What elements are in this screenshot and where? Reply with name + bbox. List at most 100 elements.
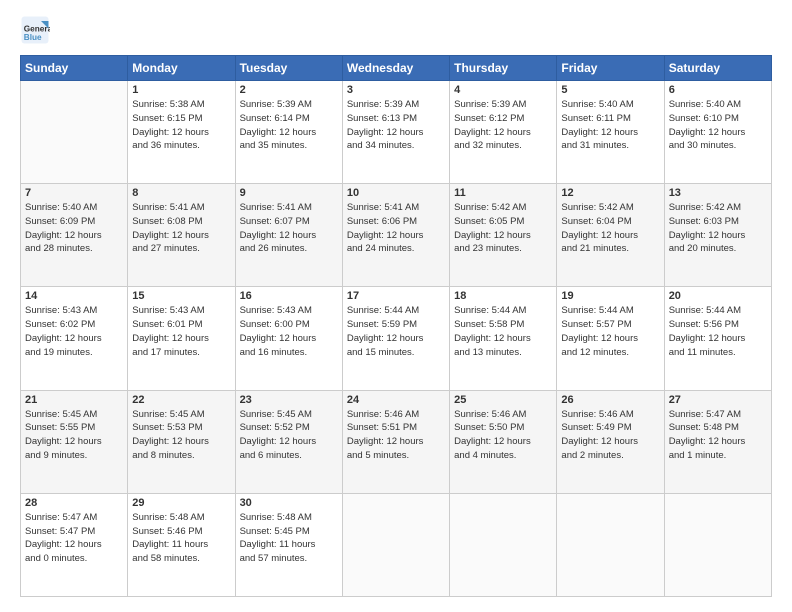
calendar-cell: 15 Sunrise: 5:43 AM Sunset: 6:01 PM Dayli… — [128, 287, 235, 390]
logo-icon: General Blue — [20, 15, 50, 45]
calendar-cell — [664, 493, 771, 596]
cell-info: Sunrise: 5:45 AM Sunset: 5:52 PM Dayligh… — [240, 408, 338, 463]
calendar-cell: 28 Sunrise: 5:47 AM Sunset: 5:47 PM Dayli… — [21, 493, 128, 596]
day-number: 8 — [132, 187, 230, 199]
cell-info: Sunrise: 5:43 AM Sunset: 6:01 PM Dayligh… — [132, 304, 230, 359]
weekday-header-friday: Friday — [557, 56, 664, 81]
day-number: 18 — [454, 290, 552, 302]
calendar-cell: 10 Sunrise: 5:41 AM Sunset: 6:06 PM Dayli… — [342, 184, 449, 287]
cell-info: Sunrise: 5:45 AM Sunset: 5:53 PM Dayligh… — [132, 408, 230, 463]
cell-info: Sunrise: 5:46 AM Sunset: 5:51 PM Dayligh… — [347, 408, 445, 463]
day-number: 5 — [561, 84, 659, 96]
week-row-1: 1 Sunrise: 5:38 AM Sunset: 6:15 PM Daylig… — [21, 81, 772, 184]
weekday-header-sunday: Sunday — [21, 56, 128, 81]
calendar-cell: 21 Sunrise: 5:45 AM Sunset: 5:55 PM Dayli… — [21, 390, 128, 493]
calendar-cell: 29 Sunrise: 5:48 AM Sunset: 5:46 PM Dayli… — [128, 493, 235, 596]
day-number: 21 — [25, 394, 123, 406]
day-number: 16 — [240, 290, 338, 302]
weekday-header-wednesday: Wednesday — [342, 56, 449, 81]
day-number: 29 — [132, 497, 230, 509]
calendar-cell: 9Sunrise: 5:41 AM Sunset: 6:07 PM Daylig… — [235, 184, 342, 287]
day-number: 24 — [347, 394, 445, 406]
cell-info: Sunrise: 5:46 AM Sunset: 5:49 PM Dayligh… — [561, 408, 659, 463]
weekday-header-row: SundayMondayTuesdayWednesdayThursdayFrid… — [21, 56, 772, 81]
calendar-cell: 7 Sunrise: 5:40 AM Sunset: 6:09 PM Daylig… — [21, 184, 128, 287]
cell-info: Sunrise: 5:47 AM Sunset: 5:48 PM Dayligh… — [669, 408, 767, 463]
cell-info: Sunrise: 5:41 AM Sunset: 6:06 PM Dayligh… — [347, 201, 445, 256]
day-number: 7 — [25, 187, 123, 199]
cell-info: Sunrise: 5:44 AM Sunset: 5:58 PM Dayligh… — [454, 304, 552, 359]
week-row-3: 14Sunrise: 5:43 AM Sunset: 6:02 PM Dayli… — [21, 287, 772, 390]
day-number: 6 — [669, 84, 767, 96]
cell-info: Sunrise: 5:40 AM Sunset: 6:11 PM Dayligh… — [561, 98, 659, 153]
calendar-cell: 17 Sunrise: 5:44 AM Sunset: 5:59 PM Dayli… — [342, 287, 449, 390]
logo: General Blue — [20, 15, 50, 45]
cell-info: Sunrise: 5:42 AM Sunset: 6:05 PM Dayligh… — [454, 201, 552, 256]
cell-info: Sunrise: 5:38 AM Sunset: 6:15 PM Dayligh… — [132, 98, 230, 153]
cell-info: Sunrise: 5:40 AM Sunset: 6:09 PM Dayligh… — [25, 201, 123, 256]
calendar-cell: 6 Sunrise: 5:40 AM Sunset: 6:10 PM Daylig… — [664, 81, 771, 184]
day-number: 10 — [347, 187, 445, 199]
calendar-cell: 5 Sunrise: 5:40 AM Sunset: 6:11 PM Daylig… — [557, 81, 664, 184]
day-number: 23 — [240, 394, 338, 406]
cell-info: Sunrise: 5:46 AM Sunset: 5:50 PM Dayligh… — [454, 408, 552, 463]
day-number: 13 — [669, 187, 767, 199]
cell-info: Sunrise: 5:47 AM Sunset: 5:47 PM Dayligh… — [25, 511, 123, 566]
calendar-cell: 13Sunrise: 5:42 AM Sunset: 6:03 PM Dayli… — [664, 184, 771, 287]
day-number: 28 — [25, 497, 123, 509]
weekday-header-thursday: Thursday — [450, 56, 557, 81]
day-number: 14 — [25, 290, 123, 302]
cell-info: Sunrise: 5:41 AM Sunset: 6:08 PM Dayligh… — [132, 201, 230, 256]
cell-info: Sunrise: 5:41 AM Sunset: 6:07 PM Dayligh… — [240, 201, 338, 256]
cell-info: Sunrise: 5:40 AM Sunset: 6:10 PM Dayligh… — [669, 98, 767, 153]
calendar-cell — [342, 493, 449, 596]
calendar-cell — [450, 493, 557, 596]
day-number: 25 — [454, 394, 552, 406]
day-number: 17 — [347, 290, 445, 302]
calendar-cell: 19Sunrise: 5:44 AM Sunset: 5:57 PM Dayli… — [557, 287, 664, 390]
calendar-cell: 27 Sunrise: 5:47 AM Sunset: 5:48 PM Dayli… — [664, 390, 771, 493]
calendar-cell: 18 Sunrise: 5:44 AM Sunset: 5:58 PM Dayli… — [450, 287, 557, 390]
day-number: 12 — [561, 187, 659, 199]
day-number: 30 — [240, 497, 338, 509]
calendar-cell: 23 Sunrise: 5:45 AM Sunset: 5:52 PM Dayli… — [235, 390, 342, 493]
calendar-cell: 14Sunrise: 5:43 AM Sunset: 6:02 PM Dayli… — [21, 287, 128, 390]
cell-info: Sunrise: 5:48 AM Sunset: 5:45 PM Dayligh… — [240, 511, 338, 566]
calendar-cell: 1 Sunrise: 5:38 AM Sunset: 6:15 PM Daylig… — [128, 81, 235, 184]
calendar-cell: 26 Sunrise: 5:46 AM Sunset: 5:49 PM Dayli… — [557, 390, 664, 493]
cell-info: Sunrise: 5:39 AM Sunset: 6:13 PM Dayligh… — [347, 98, 445, 153]
week-row-4: 21 Sunrise: 5:45 AM Sunset: 5:55 PM Dayli… — [21, 390, 772, 493]
cell-info: Sunrise: 5:44 AM Sunset: 5:59 PM Dayligh… — [347, 304, 445, 359]
day-number: 26 — [561, 394, 659, 406]
day-number: 1 — [132, 84, 230, 96]
svg-text:Blue: Blue — [24, 33, 42, 42]
calendar-cell: 2Sunrise: 5:39 AM Sunset: 6:14 PM Daylig… — [235, 81, 342, 184]
weekday-header-saturday: Saturday — [664, 56, 771, 81]
day-number: 27 — [669, 394, 767, 406]
weekday-header-monday: Monday — [128, 56, 235, 81]
cell-info: Sunrise: 5:39 AM Sunset: 6:14 PM Dayligh… — [240, 98, 338, 153]
day-number: 3 — [347, 84, 445, 96]
calendar-cell: 30 Sunrise: 5:48 AM Sunset: 5:45 PM Dayli… — [235, 493, 342, 596]
calendar-cell: 12Sunrise: 5:42 AM Sunset: 6:04 PM Dayli… — [557, 184, 664, 287]
cell-info: Sunrise: 5:45 AM Sunset: 5:55 PM Dayligh… — [25, 408, 123, 463]
cell-info: Sunrise: 5:43 AM Sunset: 6:00 PM Dayligh… — [240, 304, 338, 359]
weekday-header-tuesday: Tuesday — [235, 56, 342, 81]
day-number: 11 — [454, 187, 552, 199]
calendar-cell: 16 Sunrise: 5:43 AM Sunset: 6:00 PM Dayli… — [235, 287, 342, 390]
calendar-cell: 20Sunrise: 5:44 AM Sunset: 5:56 PM Dayli… — [664, 287, 771, 390]
cell-info: Sunrise: 5:39 AM Sunset: 6:12 PM Dayligh… — [454, 98, 552, 153]
calendar-cell: 4 Sunrise: 5:39 AM Sunset: 6:12 PM Daylig… — [450, 81, 557, 184]
calendar-cell: 24 Sunrise: 5:46 AM Sunset: 5:51 PM Dayli… — [342, 390, 449, 493]
day-number: 22 — [132, 394, 230, 406]
day-number: 20 — [669, 290, 767, 302]
page: General Blue SundayMondayTuesdayWednesda… — [0, 0, 792, 612]
header: General Blue — [20, 15, 772, 45]
week-row-5: 28 Sunrise: 5:47 AM Sunset: 5:47 PM Dayli… — [21, 493, 772, 596]
day-number: 4 — [454, 84, 552, 96]
cell-info: Sunrise: 5:48 AM Sunset: 5:46 PM Dayligh… — [132, 511, 230, 566]
day-number: 19 — [561, 290, 659, 302]
calendar-table: SundayMondayTuesdayWednesdayThursdayFrid… — [20, 55, 772, 597]
day-number: 15 — [132, 290, 230, 302]
calendar-cell — [557, 493, 664, 596]
